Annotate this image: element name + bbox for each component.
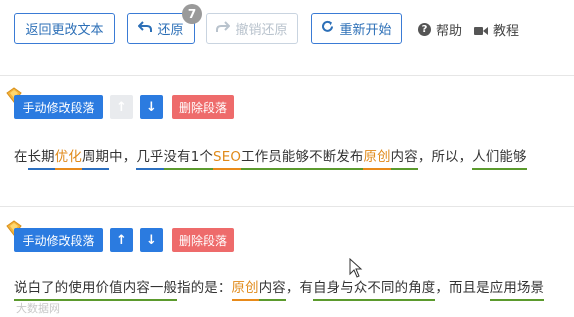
edit-paragraph-button[interactable]: 手动修改段落 bbox=[14, 95, 103, 119]
edit-paragraph-button[interactable]: 手动修改段落 bbox=[14, 228, 103, 252]
text-segment: 在 bbox=[14, 150, 28, 165]
delete-paragraph-label: 删除段落 bbox=[178, 233, 227, 248]
text-segment[interactable]: 内容 bbox=[258, 281, 286, 301]
move-down-button[interactable]: ↓ bbox=[140, 95, 163, 119]
back-to-edit-button[interactable]: 返回更改文本 bbox=[14, 13, 115, 44]
paragraph-2-text: 说白了的使用价值内容一般指的是：原创内容，有自身与众不同的角度，而且是应用场景 bbox=[14, 276, 545, 301]
text-segment[interactable]: 不断 bbox=[309, 150, 337, 170]
text-segment[interactable]: 自身 bbox=[313, 281, 341, 301]
text-segment[interactable]: 原创 bbox=[231, 281, 259, 301]
text-segment[interactable]: 周期 bbox=[81, 150, 110, 170]
undo-count-badge: 7 bbox=[182, 4, 202, 24]
watermark: 大数据网 bbox=[16, 302, 60, 315]
text-segment[interactable]: 1个 bbox=[190, 150, 214, 170]
delete-paragraph-button[interactable]: 删除段落 bbox=[172, 228, 234, 252]
paragraph-1-controls: 手动修改段落 ↑ ↓ 删除段落 bbox=[0, 87, 574, 123]
edit-paragraph-label: 手动修改段落 bbox=[22, 233, 95, 248]
redo-label: 撤销还原 bbox=[235, 23, 288, 38]
help-label: 帮助 bbox=[436, 24, 463, 39]
video-icon bbox=[474, 25, 488, 35]
arrow-up-icon: ↑ bbox=[116, 232, 127, 248]
move-up-button[interactable]: ↑ bbox=[110, 228, 133, 252]
restart-label: 重新开始 bbox=[339, 23, 392, 38]
text-segment[interactable]: 长期 bbox=[27, 150, 55, 170]
text-segment[interactable]: 工作员 bbox=[241, 150, 282, 170]
text-segment: ，而且是 bbox=[435, 281, 490, 296]
move-down-button[interactable]: ↓ bbox=[140, 228, 163, 252]
text-segment[interactable]: 内容 bbox=[122, 281, 150, 301]
text-segment[interactable]: 说白了的 bbox=[14, 281, 69, 301]
text-segment[interactable]: 能够 bbox=[281, 150, 310, 170]
text-segment[interactable]: 内容 bbox=[390, 150, 418, 170]
text-segment[interactable]: 应用场景 bbox=[489, 281, 545, 301]
tutorial-link[interactable]: 教程 bbox=[474, 20, 519, 39]
text-segment[interactable]: 角度 bbox=[408, 281, 436, 301]
paragraph-1-text: 在长期优化周期中，几乎没有1个SEO工作员能够不断发布原创内容，所以，人们能够 bbox=[14, 145, 527, 170]
text-segment[interactable]: 发布 bbox=[336, 150, 364, 170]
undo-label: 还原 bbox=[157, 23, 184, 38]
text-segment: 指的是： bbox=[177, 281, 232, 296]
redo-icon bbox=[216, 20, 231, 37]
back-label: 返回更改文本 bbox=[25, 23, 104, 38]
text-segment[interactable]: 人们 bbox=[472, 150, 500, 170]
text-segment[interactable]: 能够 bbox=[499, 150, 527, 170]
help-link[interactable]: ? 帮助 bbox=[418, 20, 462, 39]
paragraph-2-controls: 手动修改段落 ↑ ↓ 删除段落 bbox=[0, 220, 574, 256]
text-segment[interactable]: 没有 bbox=[163, 150, 191, 170]
text-segment[interactable]: 原创 bbox=[363, 150, 391, 170]
tutorial-label: 教程 bbox=[493, 24, 520, 39]
text-segment[interactable]: 优化 bbox=[54, 150, 82, 170]
arrow-up-icon: ↑ bbox=[116, 99, 127, 115]
divider bbox=[0, 206, 574, 207]
arrow-down-icon: ↓ bbox=[146, 232, 157, 248]
text-segment: ，有 bbox=[285, 281, 314, 296]
undo-icon bbox=[138, 20, 153, 37]
text-segment[interactable]: 几乎 bbox=[136, 150, 164, 170]
text-segment[interactable]: 与众不同的 bbox=[340, 281, 409, 301]
redo-button[interactable]: 撤销还原 bbox=[206, 13, 298, 44]
edit-paragraph-label: 手动修改段落 bbox=[22, 100, 95, 115]
arrow-down-icon: ↓ bbox=[146, 99, 157, 115]
text-segment: ，所以， bbox=[417, 150, 473, 165]
toolbar: 返回更改文本 还原 7 撤销还原 重新开始 ? 帮助 教程 bbox=[0, 0, 574, 60]
text-segment[interactable]: 一般 bbox=[149, 281, 178, 301]
text-segment[interactable]: 使用价值 bbox=[68, 281, 123, 301]
restart-button[interactable]: 重新开始 bbox=[311, 13, 402, 44]
text-segment: 中， bbox=[109, 150, 137, 165]
text-segment[interactable]: SEO bbox=[213, 150, 242, 170]
delete-paragraph-label: 删除段落 bbox=[178, 100, 227, 115]
delete-paragraph-button[interactable]: 删除段落 bbox=[172, 95, 234, 119]
question-icon: ? bbox=[418, 23, 431, 36]
refresh-icon bbox=[321, 20, 334, 37]
move-up-button[interactable]: ↑ bbox=[110, 95, 133, 119]
divider bbox=[0, 75, 574, 76]
mouse-cursor-icon bbox=[349, 257, 363, 278]
